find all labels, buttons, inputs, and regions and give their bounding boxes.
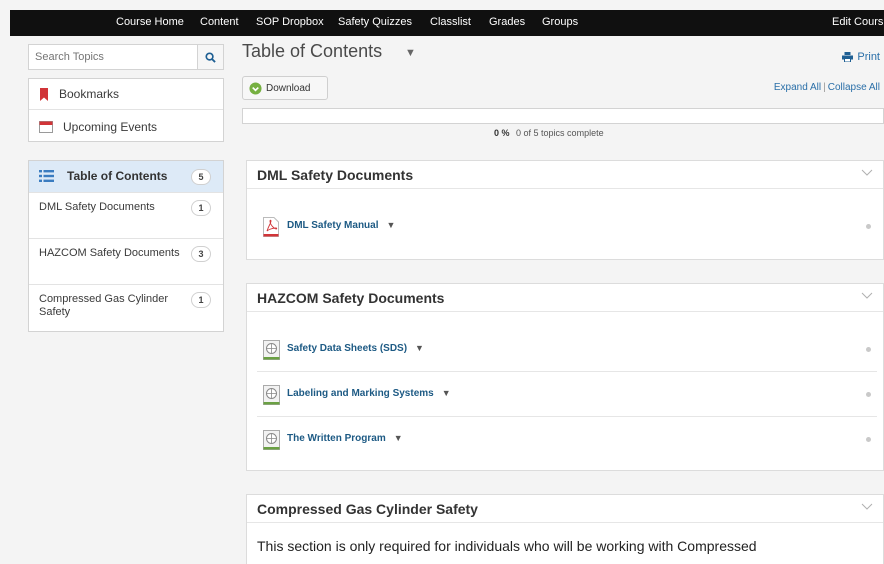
topic-link[interactable]: Safety Data Sheets (SDS) ▼ — [287, 343, 424, 354]
count-badge: 5 — [191, 169, 211, 185]
topic-title: Labeling and Marking Systems — [287, 388, 434, 399]
toc-nav-item-hazcom-safety-documents[interactable]: HAZCOM Safety Documents 3 — [29, 239, 223, 285]
calendar-icon — [39, 121, 53, 133]
upcoming-events-link[interactable]: Upcoming Events — [29, 111, 223, 142]
module-hazcom-safety-documents: HAZCOM Safety Documents Safety Data Shee… — [246, 283, 884, 471]
toc-nav-label: Compressed Gas Cylinder Safety — [39, 293, 168, 318]
nav-content[interactable]: Content — [200, 16, 239, 28]
nav-course-home[interactable]: Course Home — [116, 16, 184, 28]
topic-title: DML Safety Manual — [287, 220, 379, 231]
toc-nav-item-compressed-gas-cylinder-safety[interactable]: Compressed Gas Cylinder Safety 1 — [29, 285, 223, 331]
topic-item: Labeling and Marking Systems ▼ — [257, 373, 877, 417]
chevron-down-icon[interactable] — [861, 292, 873, 300]
printer-icon — [842, 52, 854, 62]
progress-percent: 0 % — [494, 128, 510, 138]
topic-title: The Written Program — [287, 433, 386, 444]
print-label: Print — [857, 51, 880, 63]
link-separator: | — [823, 82, 826, 93]
top-navbar: Course Home Content SOP Dropbox Safety Q… — [10, 10, 884, 36]
chevron-down-icon[interactable] — [861, 503, 873, 511]
module-header: HAZCOM Safety Documents — [247, 284, 883, 312]
topic-link[interactable]: DML Safety Manual ▼ — [287, 220, 395, 231]
download-icon — [249, 81, 262, 95]
toc-nav-label: Table of Contents — [67, 169, 168, 183]
search-icon — [205, 51, 216, 63]
chevron-down-icon[interactable] — [861, 169, 873, 177]
download-label: Download — [266, 82, 311, 94]
module-header: Compressed Gas Cylinder Safety — [247, 495, 883, 523]
topic-menu-caret[interactable]: ▼ — [387, 220, 396, 230]
topic-item: Safety Data Sheets (SDS) ▼ — [257, 328, 877, 372]
progress-topics-complete: 0 of 5 topics complete — [516, 128, 604, 138]
web-link-icon — [263, 340, 280, 360]
toc-nav-label: DML Safety Documents — [39, 201, 155, 213]
module-header: DML Safety Documents — [247, 161, 883, 189]
completion-indicator — [866, 347, 871, 352]
topic-link[interactable]: Labeling and Marking Systems ▼ — [287, 388, 451, 399]
upcoming-events-label: Upcoming Events — [63, 119, 158, 134]
search-input[interactable] — [29, 45, 197, 69]
list-icon — [39, 170, 54, 182]
print-button[interactable]: Print — [842, 51, 880, 63]
web-link-icon — [263, 385, 280, 405]
completion-indicator — [866, 224, 871, 229]
module-title[interactable]: DML Safety Documents — [257, 167, 413, 183]
module-compressed-gas-cylinder-safety: Compressed Gas Cylinder Safety This sect… — [246, 494, 884, 564]
count-badge: 1 — [191, 200, 211, 216]
topic-title: Safety Data Sheets (SDS) — [287, 343, 408, 354]
topic-menu-caret[interactable]: ▼ — [415, 343, 424, 353]
page-title: Table of Contents — [242, 41, 383, 61]
search-button[interactable] — [197, 45, 223, 69]
web-link-icon — [263, 430, 280, 450]
bookmarks-label: Bookmarks — [59, 87, 120, 101]
nav-safety-quizzes[interactable]: Safety Quizzes — [338, 16, 412, 28]
count-badge: 3 — [191, 246, 211, 262]
nav-groups[interactable]: Groups — [542, 16, 578, 28]
topic-item: DML Safety Manual ▼ — [257, 205, 877, 249]
nav-grades[interactable]: Grades — [489, 16, 525, 28]
topic-item: The Written Program ▼ — [257, 418, 877, 462]
module-description: This section is only required for indivi… — [257, 538, 757, 554]
progress-bar — [242, 108, 884, 124]
topic-link[interactable]: The Written Program ▼ — [287, 433, 403, 444]
count-badge: 1 — [191, 292, 211, 308]
toc-nav: Table of Contents 5 DML Safety Documents… — [28, 160, 224, 332]
nav-edit-course[interactable]: Edit Cours — [832, 16, 883, 28]
module-title[interactable]: HAZCOM Safety Documents — [257, 290, 444, 306]
bookmark-icon — [40, 87, 48, 101]
topic-menu-caret[interactable]: ▼ — [442, 388, 451, 398]
completion-indicator — [866, 392, 871, 397]
nav-sop-dropbox[interactable]: SOP Dropbox — [256, 16, 324, 28]
search-box — [28, 44, 224, 70]
toc-nav-label: HAZCOM Safety Documents — [39, 247, 180, 259]
bookmarks-link[interactable]: Bookmarks — [29, 79, 223, 110]
topic-menu-caret[interactable]: ▼ — [394, 433, 403, 443]
completion-indicator — [866, 437, 871, 442]
pdf-icon — [263, 217, 279, 237]
expand-collapse-links: Expand All | Collapse All — [774, 82, 880, 93]
module-title[interactable]: Compressed Gas Cylinder Safety — [257, 501, 478, 517]
title-menu-caret[interactable]: ▼ — [405, 47, 416, 59]
download-button[interactable]: Download — [242, 76, 328, 100]
progress-summary: 0 % 0 of 5 topics complete — [494, 128, 604, 138]
module-dml-safety-documents: DML Safety Documents DML Safety Manual ▼ — [246, 160, 884, 260]
collapse-all-link[interactable]: Collapse All — [828, 82, 880, 93]
toc-nav-item-table-of-contents[interactable]: Table of Contents 5 — [29, 161, 223, 193]
toc-nav-item-dml-safety-documents[interactable]: DML Safety Documents 1 — [29, 193, 223, 239]
quick-links: Bookmarks Upcoming Events — [28, 78, 224, 142]
nav-classlist[interactable]: Classlist — [430, 16, 471, 28]
expand-all-link[interactable]: Expand All — [774, 82, 821, 93]
